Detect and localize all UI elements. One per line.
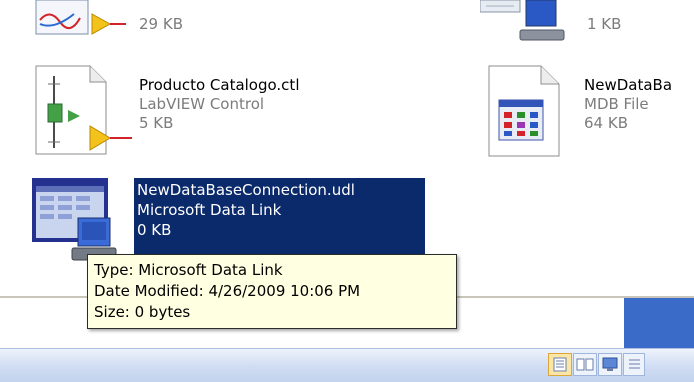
list-view-button[interactable] [548, 353, 572, 376]
mdb-file-icon [488, 65, 560, 157]
file-name: Producto Catalogo.ctl [139, 76, 300, 94]
file-type: LabVIEW Control [139, 95, 265, 113]
tooltip-date-modified: Date Modified: 4/26/2009 10:06 PM [94, 282, 361, 300]
file-size: 1 KB [587, 15, 622, 33]
file-size: 0 KB [137, 221, 172, 239]
file-info-tooltip: Type: Microsoft Data Link Date Modified:… [87, 254, 457, 329]
file-name: NewDataBaseConnection.udl [137, 181, 355, 199]
labview-vi-icon [35, 0, 126, 35]
file-type: MDB File [584, 95, 649, 113]
list-view-icon [553, 357, 567, 372]
filmstrip-view-button[interactable] [573, 353, 597, 376]
computer-icon [480, 0, 565, 41]
labview-control-icon [35, 65, 132, 155]
details-view-icon [629, 359, 640, 369]
file-size: 29 KB [139, 15, 183, 33]
taskbar-strip [624, 298, 694, 348]
file-size: 5 KB [139, 114, 174, 132]
thumbnail-view-icon [602, 357, 618, 371]
details-view-button[interactable] [623, 353, 645, 376]
file-name: NewDataBa [584, 76, 673, 94]
file-size: 64 KB [584, 114, 628, 132]
filmstrip-view-icon [576, 358, 594, 371]
tooltip-size: Size: 0 bytes [94, 303, 191, 321]
file-type: Microsoft Data Link [137, 201, 282, 219]
tooltip-type: Type: Microsoft Data Link [94, 261, 283, 279]
thumbnail-view-button[interactable] [598, 353, 622, 376]
